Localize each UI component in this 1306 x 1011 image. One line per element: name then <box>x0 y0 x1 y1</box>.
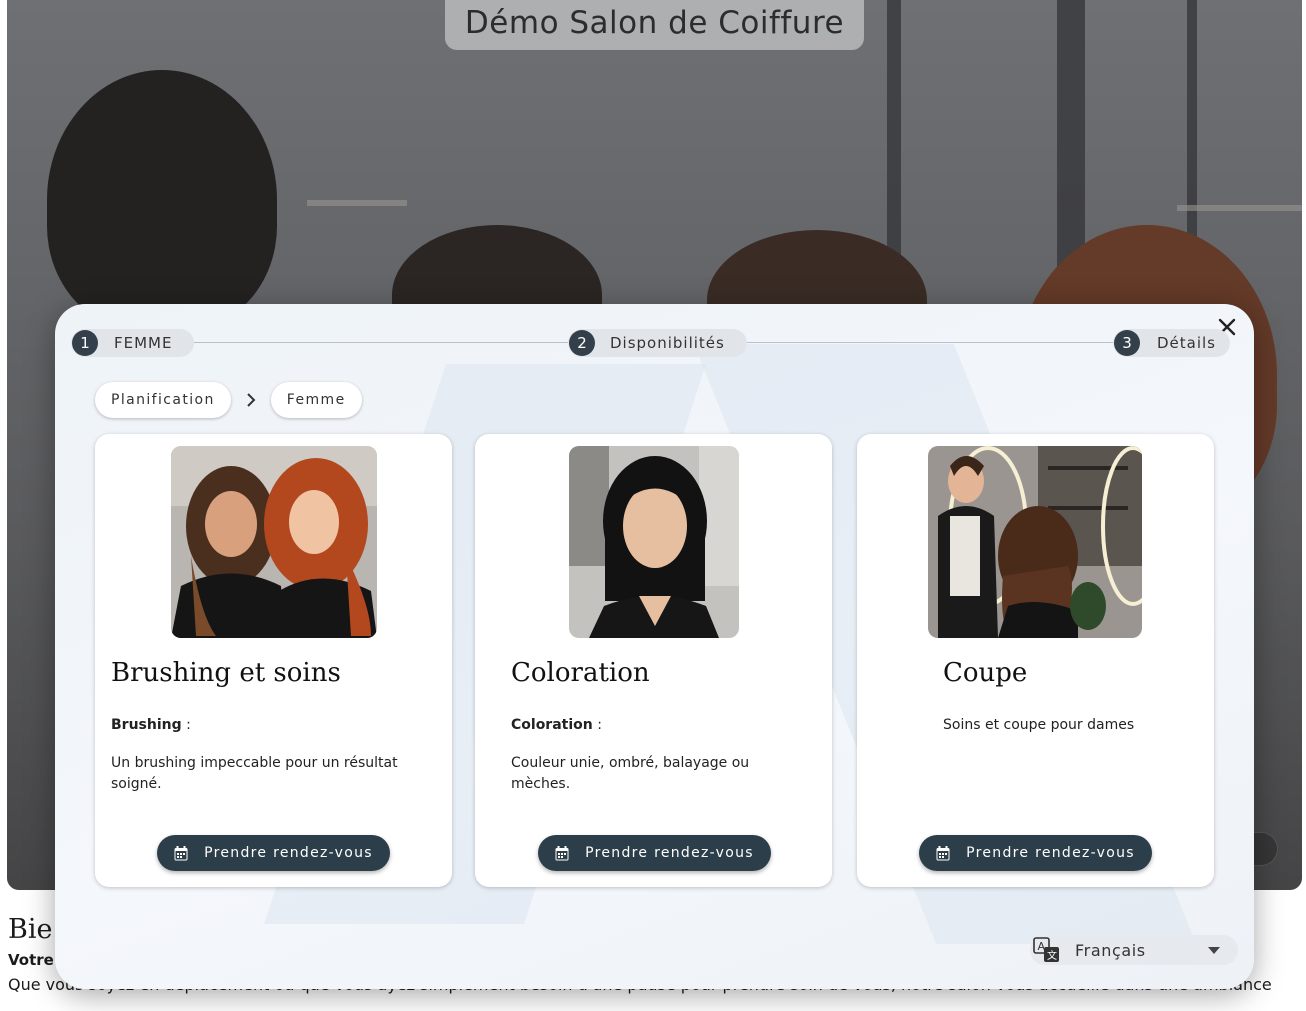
caret-down-icon <box>1208 946 1220 954</box>
book-button-label: Prendre rendez-vous <box>966 845 1135 861</box>
step-femme[interactable]: 1 FEMME <box>71 329 195 357</box>
service-photo-image <box>171 446 377 638</box>
svg-text:文: 文 <box>1047 949 1057 962</box>
service-description: Un brushing impeccable pour un résultat … <box>111 755 398 792</box>
service-tag: Soins et coupe pour dames <box>943 717 1135 733</box>
booking-modal: 1 FEMME 2 Disponibilités 3 Détails Plani… <box>55 304 1254 989</box>
chevron-right-icon <box>247 393 256 407</box>
service-photo-image <box>569 446 739 638</box>
calendar-icon <box>555 845 569 861</box>
calendar-icon <box>174 845 188 861</box>
step-details[interactable]: 3 Détails <box>1113 329 1231 357</box>
step-number: 2 <box>569 330 595 356</box>
service-tag-suffix: : <box>181 717 191 733</box>
service-card-brushing: Brushing et soins Brushing : Un brushing… <box>95 434 452 887</box>
step-number: 3 <box>1114 330 1140 356</box>
booking-stepper: 1 FEMME 2 Disponibilités 3 Détails <box>71 329 1238 357</box>
site-title: Démo Salon de Coiffure <box>445 0 864 50</box>
service-tag-suffix: : <box>592 717 602 733</box>
book-button-label: Prendre rendez-vous <box>204 845 373 861</box>
breadcrumb: Planification Femme <box>95 382 362 418</box>
calendar-icon <box>936 845 950 861</box>
step-number: 1 <box>72 330 98 356</box>
service-title: Coupe <box>943 658 1028 688</box>
step-label: Détails <box>1157 334 1217 352</box>
step-label: Disponibilités <box>610 334 725 352</box>
service-tag-bold: Coloration <box>511 717 593 733</box>
translate-icon: A 文 <box>1033 937 1061 963</box>
service-photo-image <box>928 446 1142 638</box>
service-tag: Brushing : <box>111 717 191 733</box>
book-button-coupe[interactable]: Prendre rendez-vous <box>919 835 1152 871</box>
service-tag-bold: Brushing <box>111 717 182 733</box>
step-label: FEMME <box>114 334 173 352</box>
service-tag: Coloration : <box>511 717 602 733</box>
language-select[interactable]: A 文 Français <box>1030 935 1238 965</box>
service-card-coupe: Coupe Soins et coupe pour dames Prendre … <box>857 434 1214 887</box>
service-photo <box>569 446 739 638</box>
service-description: Couleur unie, ombré, balayage ou mèches. <box>511 755 750 792</box>
service-title: Brushing et soins <box>111 658 341 688</box>
breadcrumb-femme[interactable]: Femme <box>270 382 362 418</box>
language-select-value: Français <box>1075 940 1146 960</box>
service-card-coloration: Coloration Coloration : Couleur unie, om… <box>475 434 832 887</box>
service-photo <box>928 446 1142 638</box>
service-photo <box>171 446 377 638</box>
breadcrumb-planification[interactable]: Planification <box>95 382 231 418</box>
step-disponibilites[interactable]: 2 Disponibilités <box>568 329 747 357</box>
book-button-coloration[interactable]: Prendre rendez-vous <box>538 835 771 871</box>
service-title: Coloration <box>511 658 650 688</box>
breadcrumb-separator <box>231 393 271 407</box>
book-button-label: Prendre rendez-vous <box>585 845 754 861</box>
book-button-brushing[interactable]: Prendre rendez-vous <box>157 835 390 871</box>
